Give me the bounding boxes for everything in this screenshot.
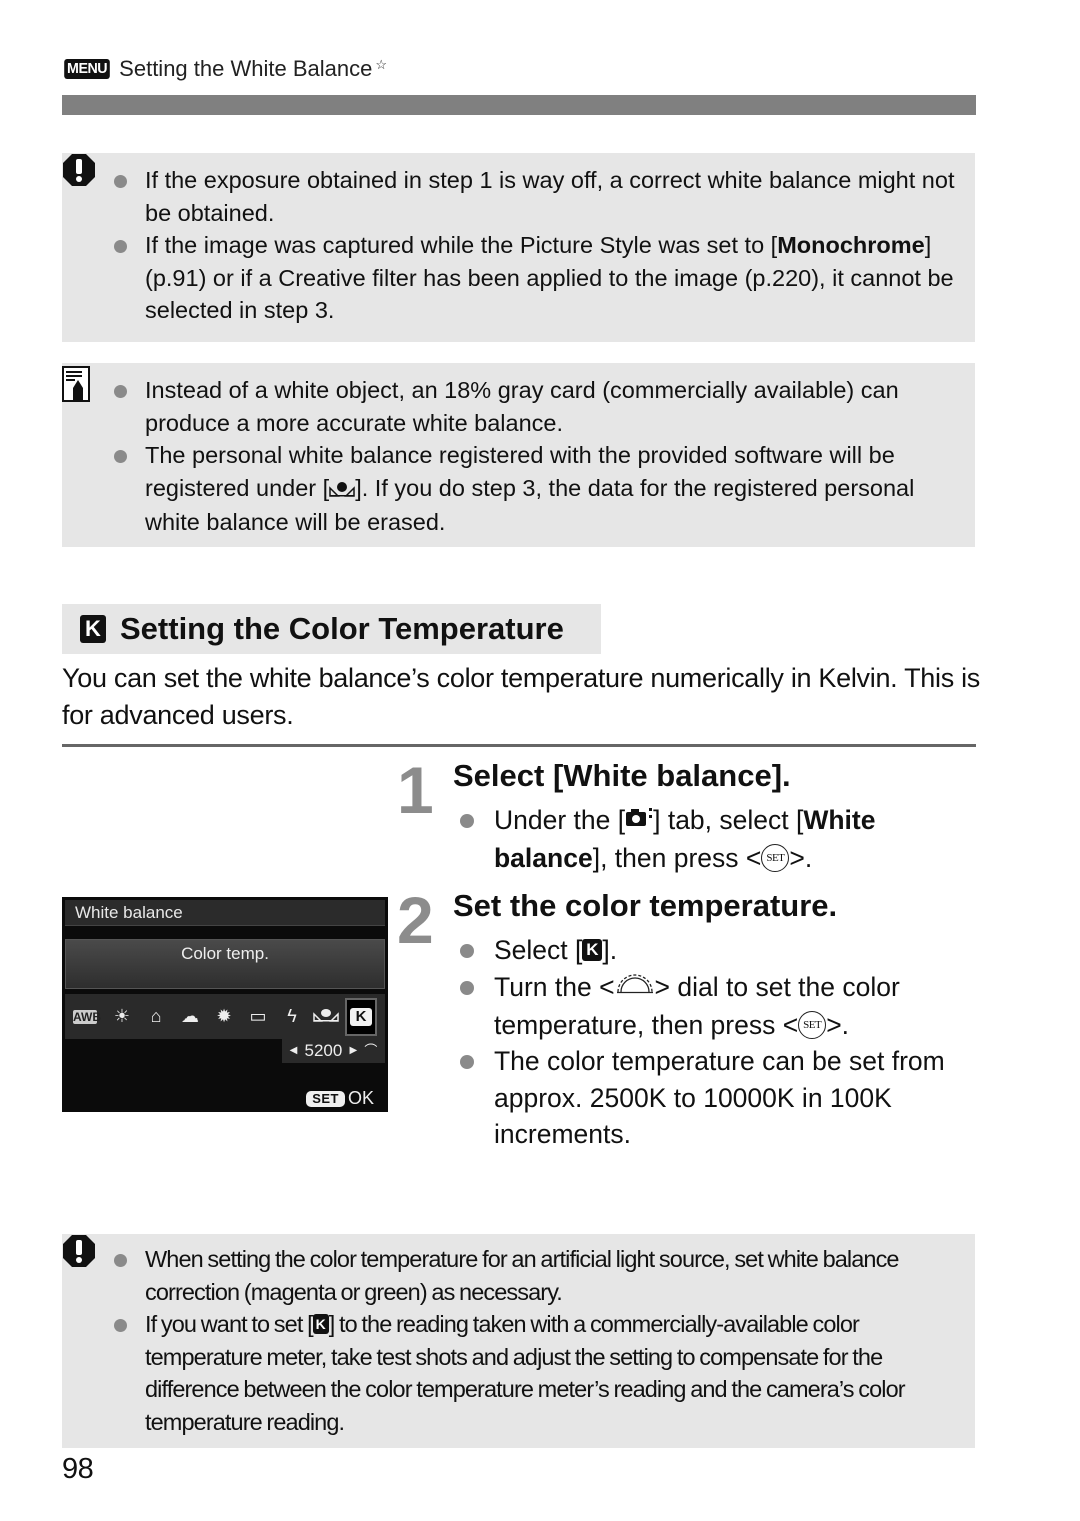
fluorescent-icon: ▭ — [249, 1006, 267, 1026]
section-intro: You can set the white balance’s color te… — [62, 663, 980, 730]
note-box: Instead of a white object, an 18% gray c… — [62, 363, 975, 547]
custom-wb-icon — [309, 1006, 343, 1027]
cloudy-icon: ☁ — [181, 1006, 199, 1026]
k-icon: K — [350, 1007, 372, 1026]
shade-icon: ⌂ — [150, 1006, 162, 1026]
kelvin-value-readout: ◀ 5200 ▶ ⌒ — [282, 1039, 385, 1063]
personal-wb-icon — [329, 473, 355, 506]
dial-icon: ⌒ — [364, 1043, 378, 1058]
camera-mode-label: Color temp. — [65, 939, 385, 989]
k-icon: K — [582, 939, 603, 961]
step-number: 1 — [397, 753, 434, 827]
step-number: 2 — [397, 883, 434, 957]
main-dial-icon — [615, 967, 655, 1004]
selected-k-option: K — [345, 997, 377, 1036]
caution-item: If the exposure obtained in step 1 is wa… — [62, 164, 975, 229]
caution-box: When setting the color temperature for a… — [62, 1234, 975, 1448]
page-number: 98 — [62, 1453, 94, 1485]
shooting-tab-icon — [625, 801, 653, 838]
flash-icon: ϟ — [287, 1006, 297, 1026]
section-divider — [62, 744, 976, 747]
header-bar — [62, 95, 976, 115]
running-header-title: Setting the White Balance — [119, 56, 373, 81]
step-bullet: Turn the < > dial to set the color temper… — [453, 969, 963, 1044]
caution-item: If you want to set [K] to the reading ta… — [62, 1308, 975, 1438]
caution-item: When setting the color temperature for a… — [62, 1243, 975, 1308]
step-bullet: Select [K]. — [453, 932, 963, 969]
tungsten-icon: ✹ — [216, 1006, 232, 1026]
awb-icon: AWB — [73, 1009, 101, 1024]
step-title: Select [White balance]. — [453, 758, 791, 793]
color-temp-k-icon: K — [80, 615, 106, 643]
advanced-star-icon: ☆ — [375, 57, 387, 72]
running-header: MENU Setting the White Balance ☆ — [63, 56, 387, 82]
set-button-icon: SET — [798, 1010, 827, 1039]
wb-icon-row: AWB ☀ ⌂ ☁ ✹ ▭ ϟ K — [65, 994, 385, 1039]
set-button-icon: SET — [761, 844, 790, 873]
daylight-icon: ☀ — [113, 1006, 131, 1026]
camera-menu-title: White balance — [65, 900, 385, 926]
menu-icon: MENU — [64, 59, 110, 79]
right-arrow-icon: ▶ — [349, 1045, 358, 1056]
note-item: Instead of a white object, an 18% gray c… — [62, 374, 975, 439]
step-title: Set the color temperature. — [453, 888, 838, 923]
step-bullet: The color temperature can be set from ap… — [453, 1043, 963, 1153]
step-bullet: Under the [] tab, select [White balance]… — [453, 802, 953, 877]
caution-item: If the image was captured while the Pict… — [62, 229, 975, 327]
left-arrow-icon: ◀ — [289, 1045, 298, 1056]
section-title: Setting the Color Temperature — [120, 611, 564, 646]
caution-box: If the exposure obtained in step 1 is wa… — [62, 153, 975, 342]
camera-lcd-screenshot: White balance Color temp. AWB ☀ ⌂ ☁ ✹ ▭ … — [62, 897, 388, 1112]
k-icon: K — [312, 1313, 329, 1334]
section-heading: K Setting the Color Temperature — [62, 604, 601, 654]
note-item: The personal white balance registered wi… — [62, 439, 975, 538]
set-ok-hint: SET OK — [306, 1088, 374, 1109]
